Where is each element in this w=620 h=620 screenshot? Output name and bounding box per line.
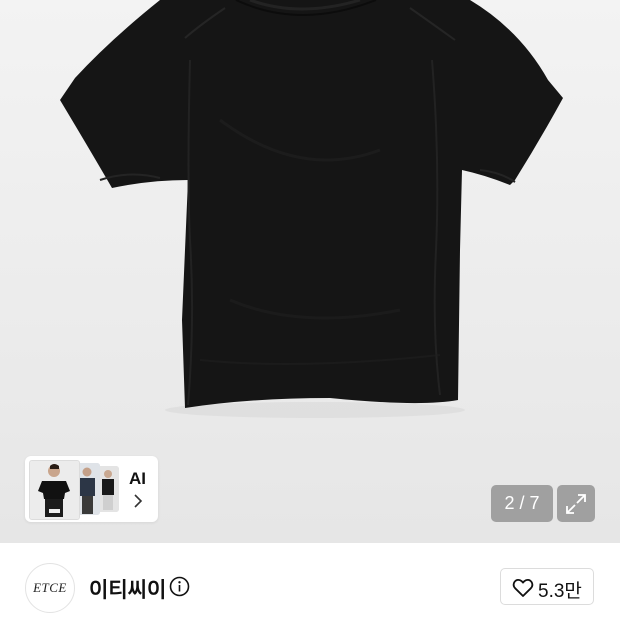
page-separator: / [514,493,530,513]
expand-icon [566,494,586,514]
chevron-right-icon [134,494,143,508]
brand-logo-text: ETCE [33,580,67,595]
like-button[interactable]: 5.3만 [500,568,594,605]
brand-bar: ETCE 이티씨이 5.3만 [0,543,620,620]
product-image-gallery[interactable]: AI 2 / 7 [0,0,620,543]
brand-logo[interactable]: ETCE [25,563,75,613]
heart-icon [512,578,534,597]
total-pages: 7 [529,493,540,513]
ai-thumbnail-3 [97,466,119,512]
current-page: 2 [504,493,515,513]
info-icon[interactable] [169,576,190,597]
expand-button[interactable] [557,485,595,522]
ai-fitting-card[interactable]: AI [25,456,158,522]
brand-name[interactable]: 이티씨이 [89,574,166,604]
ai-label: AI [129,469,146,488]
ai-thumbnail-1 [29,460,80,520]
image-page-counter: 2 / 7 [491,485,553,522]
like-count: 5.3만 [538,581,582,602]
